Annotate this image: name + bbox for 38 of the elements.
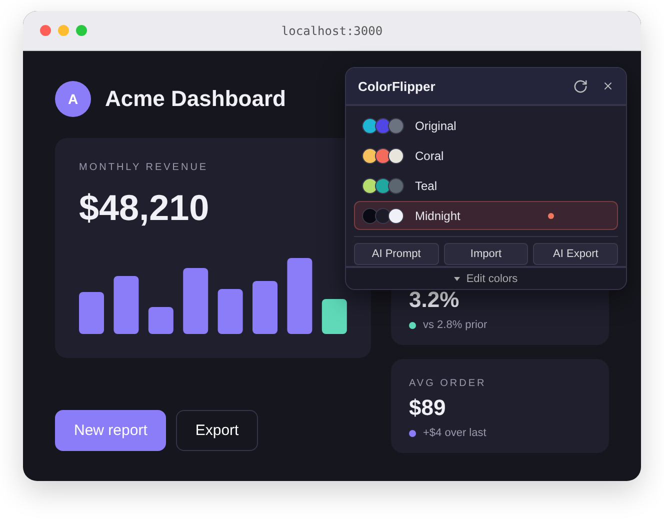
- action-button[interactable]: AI Export: [533, 243, 618, 265]
- reset-icon[interactable]: [573, 78, 588, 94]
- preset-name: Teal: [415, 178, 438, 192]
- close-icon[interactable]: [602, 80, 614, 92]
- card-label: AVG ORDER: [409, 378, 488, 389]
- page-title: Acme Dashboard: [105, 86, 286, 112]
- stat-note: +$4 over last: [423, 427, 486, 439]
- caret-icon: [454, 276, 460, 280]
- action-button[interactable]: AI Prompt: [354, 243, 439, 265]
- minimize-window-icon[interactable]: [58, 25, 69, 36]
- maximize-window-icon[interactable]: [76, 25, 87, 36]
- avatar: A: [55, 80, 91, 116]
- selected-dot: [548, 212, 554, 218]
- chart-bar: [148, 307, 174, 334]
- chart-bar: [218, 289, 243, 334]
- preset-item[interactable]: Coral: [354, 141, 618, 170]
- card-label: MONTHLY REVENUE: [79, 162, 210, 173]
- export-button[interactable]: Export: [176, 410, 258, 451]
- action-button[interactable]: Import: [444, 243, 528, 265]
- stat-note: vs 2.8% prior: [423, 319, 488, 331]
- preset-name: Original: [415, 118, 458, 132]
- chart-bar: [114, 276, 139, 334]
- preset-item[interactable]: Teal: [354, 171, 618, 200]
- chart-bar: [183, 268, 208, 334]
- preset-item[interactable]: Original: [354, 111, 618, 140]
- edit-colors-button[interactable]: Edit colors: [346, 266, 626, 289]
- preset-item[interactable]: Midnight: [354, 201, 618, 230]
- revenue-value: $48,210: [79, 187, 210, 229]
- preset-name: Coral: [415, 148, 445, 162]
- chart-bar: [252, 281, 278, 334]
- chart-bar: [79, 292, 104, 334]
- address-text[interactable]: localhost:3000: [281, 24, 383, 38]
- stat-value: 3.2%: [409, 287, 460, 313]
- preset-name: Midnight: [415, 208, 462, 222]
- panel-title: ColorFlipper: [358, 78, 436, 94]
- close-window-icon[interactable]: [40, 25, 51, 36]
- stat-value: $89: [409, 395, 447, 421]
- chart-bar: [322, 299, 347, 334]
